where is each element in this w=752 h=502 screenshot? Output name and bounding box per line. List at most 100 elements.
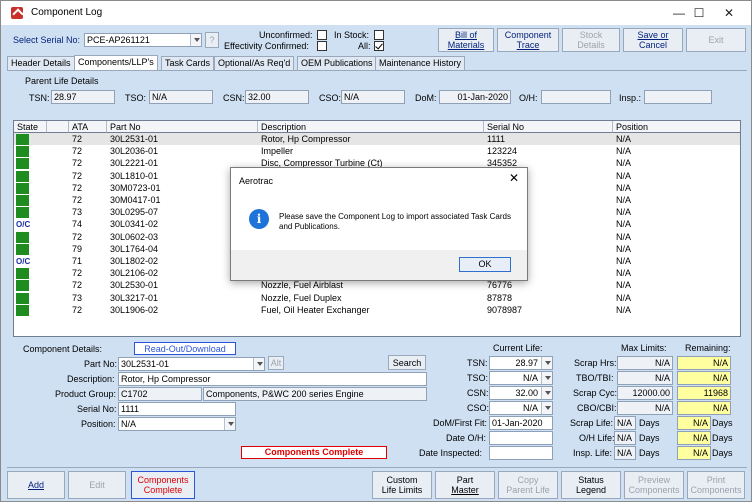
cell-pos: N/A	[616, 256, 632, 266]
effectivity-label: Effectivity Confirmed:	[224, 41, 309, 51]
table-row[interactable]: 72 30L2531-01 Rotor, Hp Compressor 1111 N/A	[14, 133, 740, 145]
insp-life-rem-days: Days	[712, 448, 733, 458]
alt-button[interactable]: Alt	[268, 356, 284, 370]
chevron-down-icon[interactable]	[253, 358, 264, 370]
chevron-down-icon[interactable]	[541, 357, 552, 369]
col-position[interactable]: Position	[613, 121, 740, 133]
tab-optional[interactable]: Optional/As Req'd	[214, 56, 295, 70]
print-components-button[interactable]: Print Components	[687, 471, 745, 499]
bill-of-materials-button[interactable]: Bill of Materials	[438, 28, 494, 52]
unconfirmed-checkbox[interactable]	[317, 30, 327, 40]
sl-label-2: Legend	[575, 485, 607, 495]
custom-life-limits-button[interactable]: Custom Life Limits	[372, 471, 432, 499]
component-trace-button[interactable]: Component Trace	[497, 28, 559, 52]
serial-no-field[interactable]: 1111	[118, 402, 236, 416]
cell-pos: N/A	[616, 268, 632, 279]
csn-field[interactable]: 32.00	[489, 386, 553, 400]
tab-task-cards[interactable]: Task Cards	[161, 56, 215, 70]
col-ata[interactable]: ATA	[69, 121, 107, 133]
col-serial-no[interactable]: Serial No	[484, 121, 613, 133]
cc-label-2: Complete	[143, 485, 183, 495]
chevron-down-icon[interactable]	[541, 387, 552, 399]
part-master-button[interactable]: Part Master	[435, 471, 495, 499]
table-row[interactable]: 72 30L2036-01 Impeller 123224 N/A	[14, 145, 740, 158]
description-field[interactable]: Rotor, Hp Compressor	[118, 372, 427, 386]
tab-maintenance-history[interactable]: Maintenance History	[375, 56, 466, 70]
col-blank[interactable]	[47, 121, 69, 133]
scrap-life-rem-days: Days	[712, 418, 733, 428]
chevron-down-icon[interactable]	[541, 372, 552, 384]
tab-oem-publications[interactable]: OEM Publications	[297, 56, 377, 70]
dom-field[interactable]: 01-Jan-2020	[489, 416, 553, 430]
parent-tsn-label: TSN:	[29, 93, 50, 103]
table-row[interactable]: 72 30L2530-01 Nozzle, Fuel Airblast 76776 N/…	[14, 279, 740, 292]
cell-serial: 9078987	[487, 304, 523, 315]
cell-ata: 72	[72, 231, 83, 242]
date-inspected-field[interactable]	[489, 446, 553, 460]
stock-details-button[interactable]: Stock Details	[562, 28, 620, 52]
search-button[interactable]: Search	[388, 355, 426, 370]
dialog-close-icon[interactable]: ✕	[509, 171, 519, 185]
tso-field[interactable]: N/A	[489, 371, 553, 385]
table-row[interactable]: 73 30L3217-01 Nozzle, Fuel Duplex 87878 N/A	[14, 292, 740, 304]
add-button[interactable]: Add	[7, 471, 65, 499]
cell-ata: 72	[72, 134, 83, 144]
parent-tsn-field: 28.97	[51, 90, 115, 104]
col-description[interactable]: Description	[258, 121, 484, 133]
copy-parent-life-button[interactable]: Copy Parent Life	[498, 471, 558, 499]
edit-button[interactable]: Edit	[68, 471, 126, 499]
cell-part: 30L1906-02	[110, 304, 159, 315]
parent-dom-field: 01-Jan-2020	[439, 90, 511, 104]
col-part-no[interactable]: Part No	[107, 121, 258, 133]
tso-label: TSO:	[467, 373, 489, 383]
state-green-indicator	[16, 304, 29, 316]
scrap-cyc-remaining: 11968	[677, 386, 731, 400]
cc-label-1: Components	[137, 475, 189, 485]
components-complete-button[interactable]: Components Complete	[131, 471, 195, 499]
cell-ata: 72	[72, 304, 83, 315]
oh-life-remaining: N/A	[677, 431, 711, 445]
dialog-message: Please save the Component Log to import …	[279, 212, 511, 231]
tsn-field[interactable]: 28.97	[489, 356, 553, 370]
state-green-indicator	[16, 243, 29, 255]
in-stock-checkbox[interactable]	[374, 30, 384, 40]
serial-select[interactable]: PCE-AP261121	[84, 33, 202, 47]
help-button[interactable]: ?	[205, 32, 219, 48]
save-or-cancel-button[interactable]: Save or Cancel	[623, 28, 683, 52]
effectivity-checkbox[interactable]	[317, 41, 327, 51]
pc-label-2: Components	[628, 485, 680, 495]
col-state[interactable]: State	[14, 121, 47, 133]
chevron-down-icon[interactable]	[224, 418, 235, 430]
insp-life-days: Days	[639, 448, 660, 458]
state-green-indicator	[16, 231, 29, 243]
scrap-cyc-label: Scrap Cyc:	[573, 388, 618, 398]
scrap-life-remaining: N/A	[677, 416, 711, 430]
cell-ata: 72	[72, 158, 83, 169]
tab-components-llps[interactable]: Components/LLP's	[74, 55, 158, 71]
cell-ata: 71	[72, 256, 83, 266]
cso-label: CSO:	[467, 403, 490, 413]
read-out-download-button[interactable]: Read-Out/Download	[134, 342, 236, 355]
chevron-down-icon[interactable]	[190, 34, 201, 46]
tab-header-details[interactable]: Header Details	[7, 56, 75, 70]
cell-pos: N/A	[616, 219, 632, 230]
table-row[interactable]: 72 30L1906-02 Fuel, Oil Heater Exchanger 90…	[14, 304, 740, 316]
ok-button[interactable]: OK	[459, 257, 511, 272]
date-oh-field[interactable]	[489, 431, 553, 445]
tso-value: N/A	[522, 373, 538, 383]
cell-desc: Nozzle, Fuel Airblast	[261, 280, 344, 291]
status-legend-button[interactable]: Status Legend	[561, 471, 621, 499]
part-no-select[interactable]: 30L2531-01	[118, 357, 265, 371]
cell-pos: N/A	[616, 158, 632, 169]
position-select[interactable]: N/A	[118, 417, 236, 431]
chevron-down-icon[interactable]	[541, 402, 552, 414]
product-group-code: C1702	[118, 387, 202, 401]
cell-desc: Nozzle, Fuel Duplex	[261, 292, 342, 303]
aerotrac-dialog: Aerotrac ✕ i Please save the Component L…	[230, 167, 528, 281]
exit-button[interactable]: Exit	[686, 28, 746, 52]
close-button[interactable]: ✕	[711, 1, 747, 25]
cso-field[interactable]: N/A	[489, 401, 553, 415]
cell-ata: 72	[72, 268, 83, 279]
all-checkbox[interactable]	[374, 41, 384, 51]
preview-components-button[interactable]: Preview Components	[624, 471, 684, 499]
